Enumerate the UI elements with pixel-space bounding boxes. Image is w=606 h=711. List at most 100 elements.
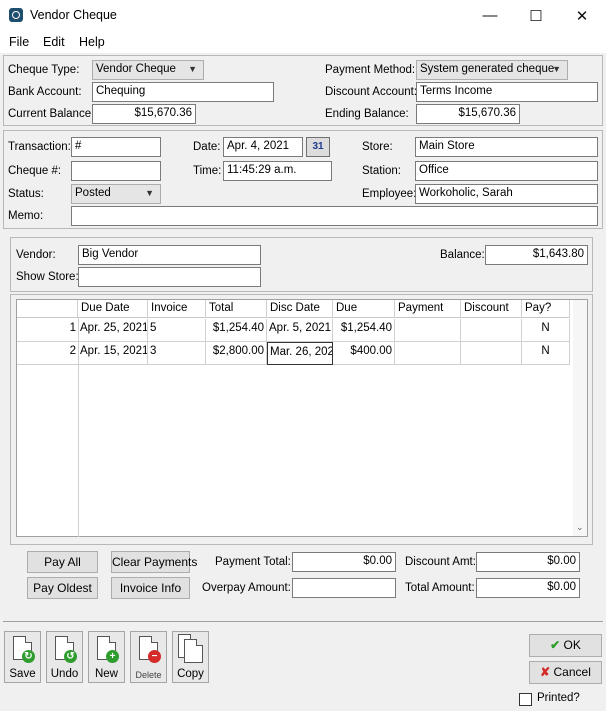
column-header-discount[interactable]: Discount	[461, 300, 522, 318]
payment-method-select[interactable]: System generated cheque ▼	[416, 60, 568, 80]
date-field[interactable]: Apr. 4, 2021	[223, 137, 303, 157]
divider	[3, 621, 603, 622]
row-number: 1	[17, 319, 78, 342]
overpay-amount-field[interactable]	[292, 578, 396, 598]
table-cell-disc-date[interactable]: Mar. 26, 202	[267, 342, 333, 365]
copy-button[interactable]: Copy	[172, 631, 209, 683]
save-icon: ↻	[22, 650, 35, 663]
status-value: Posted	[75, 187, 111, 199]
table-cell-invoice[interactable]: 5	[148, 319, 206, 342]
station-field[interactable]: Office	[415, 161, 598, 181]
menu-file[interactable]: File	[9, 35, 29, 49]
ending-balance-field: $15,670.36	[416, 104, 520, 124]
cheque-number-label: Cheque #:	[8, 165, 62, 177]
column-header-due-date[interactable]: Due Date	[78, 300, 148, 318]
close-icon[interactable]: ✕	[559, 0, 605, 31]
table-cell-total[interactable]: $1,254.40	[206, 319, 267, 342]
employee-label: Employee:	[362, 188, 417, 200]
total-amount-label: Total Amount:	[405, 582, 475, 594]
table-cell-pay[interactable]: N	[522, 319, 570, 342]
table-cell-due[interactable]: $400.00	[333, 342, 395, 365]
clear-payments-button[interactable]: Clear Payments	[111, 551, 197, 573]
show-store-label: Show Store:	[16, 271, 79, 283]
transaction-field[interactable]: #	[71, 137, 161, 157]
minus-icon: −	[148, 650, 161, 663]
table-cell-disc-date[interactable]: Apr. 5, 2021	[267, 319, 333, 342]
invoice-info-button[interactable]: Invoice Info	[111, 577, 190, 599]
new-button[interactable]: + New	[88, 631, 125, 683]
menu-help[interactable]: Help	[79, 35, 105, 49]
menu-edit[interactable]: Edit	[43, 35, 65, 49]
store-field[interactable]: Main Store	[415, 137, 598, 157]
cancel-x-icon: ✘	[540, 665, 551, 679]
printed-checkbox[interactable]	[519, 693, 532, 706]
table-cell-payment[interactable]	[395, 319, 461, 342]
delete-button[interactable]: − Delete	[130, 631, 167, 683]
store-label: Store:	[362, 141, 393, 153]
plus-icon: +	[106, 650, 119, 663]
chevron-down-icon: ▼	[552, 64, 561, 74]
ok-button[interactable]: ✔ OK	[529, 634, 602, 657]
scroll-down-icon[interactable]: ⌄	[576, 522, 584, 533]
discount-account-label: Discount Account:	[325, 86, 418, 98]
table-cell-discount[interactable]	[461, 342, 522, 365]
printed-label: Printed?	[537, 692, 580, 704]
table-cell-pay[interactable]: N	[522, 342, 570, 365]
column-header-invoice[interactable]: Invoice	[148, 300, 206, 318]
cheque-type-value: Vendor Cheque	[96, 63, 176, 75]
bank-account-field[interactable]: Chequing	[92, 82, 274, 102]
table-cell-due-date[interactable]: Apr. 25, 2021	[78, 319, 148, 342]
row-number: 2	[17, 342, 78, 365]
undo-button[interactable]: ↺ Undo	[46, 631, 83, 683]
column-header-due[interactable]: Due	[333, 300, 395, 318]
table-cell-payment[interactable]	[395, 342, 461, 365]
bank-account-label: Bank Account:	[8, 86, 82, 98]
table-cell-due[interactable]: $1,254.40	[333, 319, 395, 342]
memo-label: Memo:	[8, 210, 44, 222]
memo-field[interactable]	[71, 206, 598, 226]
pay-all-button[interactable]: Pay All	[27, 551, 98, 573]
calendar-icon[interactable]: 31	[306, 137, 330, 157]
column-header-payment[interactable]: Payment	[395, 300, 461, 318]
show-store-field[interactable]	[78, 267, 261, 287]
current-balance-field: $15,670.36	[92, 104, 196, 124]
current-balance-label: Current Balance:	[8, 108, 95, 120]
checkmark-icon: ✔	[550, 638, 561, 652]
new-label: New	[94, 668, 118, 680]
chevron-down-icon: ▼	[188, 64, 197, 74]
vertical-scrollbar[interactable]: ⌄	[573, 300, 587, 536]
invoice-grid[interactable]: Due Date Invoice Total Disc Date Due Pay…	[16, 299, 588, 537]
cheque-type-label: Cheque Type:	[8, 64, 80, 76]
table-cell-due-date[interactable]: Apr. 15, 2021	[78, 342, 148, 365]
cheque-number-field[interactable]	[71, 161, 161, 181]
ending-balance-label: Ending Balance:	[325, 108, 409, 120]
table-cell-total[interactable]: $2,800.00	[206, 342, 267, 365]
undo-icon: ↺	[64, 650, 77, 663]
status-select[interactable]: Posted ▼	[71, 184, 161, 204]
column-header-total[interactable]: Total	[206, 300, 267, 318]
chevron-down-icon: ▼	[145, 188, 154, 198]
cheque-type-select[interactable]: Vendor Cheque ▼	[92, 60, 204, 80]
column-header-pay[interactable]: Pay?	[522, 300, 570, 318]
employee-field[interactable]: Workoholic, Sarah	[415, 184, 598, 204]
payment-total-field: $0.00	[292, 552, 396, 572]
time-label: Time:	[193, 165, 222, 177]
status-label: Status:	[8, 188, 44, 200]
delete-label: Delete	[135, 670, 162, 680]
total-amount-field: $0.00	[476, 578, 580, 598]
payment-total-label: Payment Total:	[215, 556, 291, 568]
minimize-icon[interactable]: —	[467, 0, 513, 31]
column-header-disc-date[interactable]: Disc Date	[267, 300, 333, 318]
discount-account-field[interactable]: Terms Income	[416, 82, 598, 102]
save-button[interactable]: ↻ Save	[4, 631, 41, 683]
table-cell-invoice[interactable]: 3	[148, 342, 206, 365]
table-cell-discount[interactable]	[461, 319, 522, 342]
maximize-icon[interactable]: ☐	[513, 0, 559, 31]
copy-label: Copy	[177, 668, 204, 680]
undo-label: Undo	[50, 668, 79, 680]
vendor-field[interactable]: Big Vendor	[78, 245, 261, 265]
time-field[interactable]: 11:45:29 a.m.	[223, 161, 332, 181]
payment-method-value: System generated cheque	[420, 63, 555, 75]
cancel-button[interactable]: ✘ Cancel	[529, 661, 602, 684]
pay-oldest-button[interactable]: Pay Oldest	[27, 577, 98, 599]
